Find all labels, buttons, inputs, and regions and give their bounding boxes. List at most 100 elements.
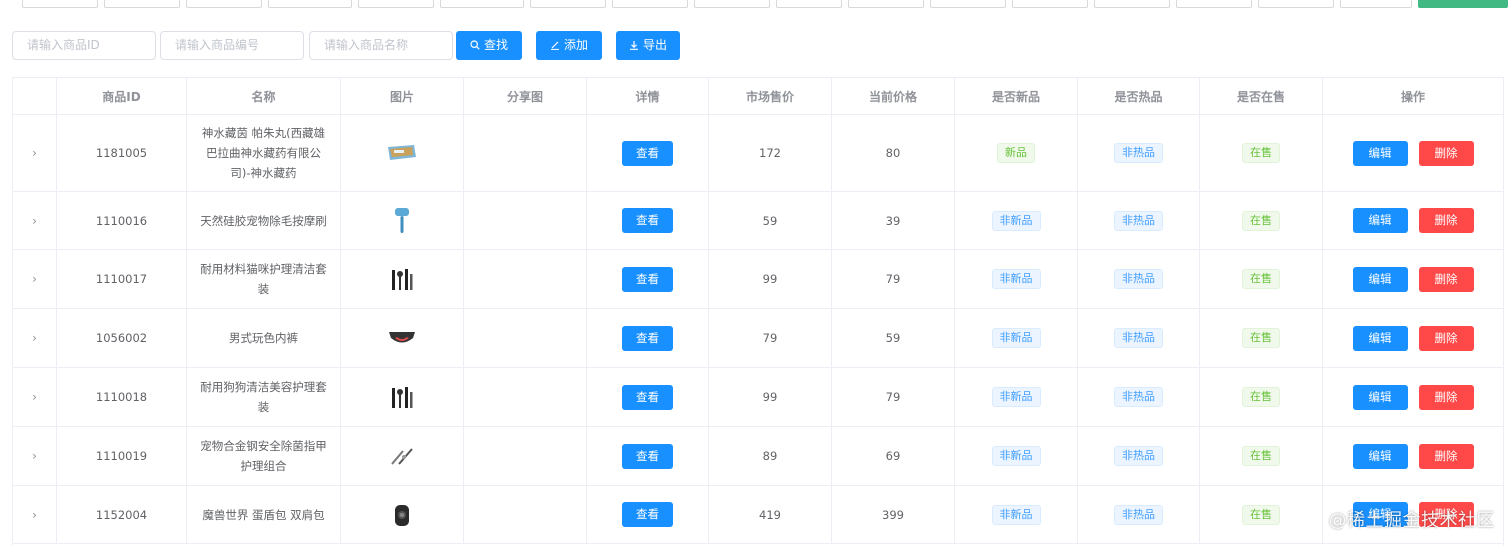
expand-row-toggle[interactable]: › <box>13 309 57 367</box>
product-code-input[interactable]: 请输入商品编号 <box>160 31 304 60</box>
tags-view-bar <box>0 0 1512 10</box>
cell-actions: 编辑 删除 <box>1323 250 1503 308</box>
cell-is-hot: 非热品 <box>1078 427 1200 485</box>
tag-item[interactable] <box>1340 0 1412 8</box>
cell-is-new: 非新品 <box>955 486 1078 543</box>
grooming-set-thumb[interactable] <box>390 266 414 292</box>
nail-clipper-thumb[interactable] <box>389 445 415 467</box>
tag-item[interactable] <box>1258 0 1334 8</box>
tag-item[interactable] <box>22 0 98 8</box>
header-market-price: 市场售价 <box>709 78 832 114</box>
tag-item[interactable] <box>358 0 434 8</box>
tag-item[interactable] <box>776 0 842 8</box>
tag-item[interactable] <box>694 0 770 8</box>
cell-is-new: 非新品 <box>955 192 1078 249</box>
cell-image <box>341 427 464 485</box>
view-detail-button[interactable]: 查看 <box>622 266 673 292</box>
delete-button[interactable]: 删除 <box>1418 325 1474 351</box>
cell-image <box>341 250 464 308</box>
view-detail-button[interactable]: 查看 <box>622 502 673 527</box>
pet-brush-thumb[interactable] <box>392 206 412 236</box>
grooming-set-thumb[interactable] <box>390 384 414 410</box>
header-current-price: 当前价格 <box>832 78 955 114</box>
view-detail-button[interactable]: 查看 <box>622 325 673 351</box>
product-id-input[interactable]: 请输入商品ID <box>12 31 156 60</box>
edit-button[interactable]: 编辑 <box>1352 443 1408 469</box>
cell-detail: 查看 <box>587 250 709 308</box>
edit-button[interactable]: 编辑 <box>1352 208 1408 233</box>
table-row: › 1110018 耐用狗狗清洁美容护理套装 查看 99 79 非新品 非热品 … <box>13 368 1503 427</box>
cell-market-price: 99 <box>709 250 832 308</box>
delete-button[interactable]: 删除 <box>1418 266 1474 292</box>
edit-button[interactable]: 编辑 <box>1352 384 1408 410</box>
export-button[interactable]: 导出 <box>616 31 680 60</box>
tag-item[interactable] <box>186 0 262 8</box>
cell-actions: 编辑 删除 <box>1323 192 1503 249</box>
cell-image <box>341 115 464 191</box>
cell-on-sale: 在售 <box>1200 250 1323 308</box>
header-product-id: 商品ID <box>57 78 187 114</box>
expand-row-toggle[interactable]: › <box>13 368 57 426</box>
view-detail-button[interactable]: 查看 <box>622 208 673 233</box>
cell-market-price: 79 <box>709 309 832 367</box>
tag-item[interactable] <box>440 0 524 8</box>
expand-row-toggle[interactable]: › <box>13 486 57 543</box>
cell-image <box>341 486 464 543</box>
underwear-thumb[interactable] <box>387 329 417 347</box>
tag-item[interactable] <box>530 0 606 8</box>
view-detail-button[interactable]: 查看 <box>622 140 673 166</box>
add-button[interactable]: 添加 <box>536 31 602 60</box>
cell-product-id: 1110016 <box>57 192 187 249</box>
cell-detail: 查看 <box>587 368 709 426</box>
expand-row-toggle[interactable]: › <box>13 250 57 308</box>
tag-item-active[interactable] <box>1418 0 1508 8</box>
view-detail-button[interactable]: 查看 <box>622 384 673 410</box>
cell-is-new: 非新品 <box>955 309 1078 367</box>
cell-is-hot: 非热品 <box>1078 192 1200 249</box>
expand-row-toggle[interactable]: › <box>13 427 57 485</box>
sale-status-badge: 在售 <box>1242 269 1280 289</box>
search-button[interactable]: 查找 <box>456 31 522 60</box>
tag-item[interactable] <box>1176 0 1252 8</box>
table-header: 商品ID 名称 图片 分享图 详情 市场售价 当前价格 是否新品 是否热品 是否… <box>13 78 1503 115</box>
cell-current-price: 69 <box>832 427 955 485</box>
table-row: › 1056002 男式玩色内裤 查看 79 59 非新品 非热品 在售 编辑 … <box>13 309 1503 368</box>
tag-item[interactable] <box>1012 0 1088 8</box>
hot-status-badge: 非热品 <box>1114 504 1163 525</box>
expand-row-toggle[interactable]: › <box>13 115 57 191</box>
sale-status-badge: 在售 <box>1242 387 1280 407</box>
tag-item[interactable] <box>930 0 1006 8</box>
tag-item[interactable] <box>848 0 924 8</box>
edit-button[interactable]: 编辑 <box>1352 325 1408 351</box>
backpack-thumb[interactable] <box>392 502 412 528</box>
cell-on-sale: 在售 <box>1200 309 1323 367</box>
sale-status-badge: 在售 <box>1242 504 1280 525</box>
tag-item[interactable] <box>612 0 688 8</box>
header-on-sale: 是否在售 <box>1200 78 1323 114</box>
delete-button[interactable]: 删除 <box>1418 208 1474 233</box>
hot-status-badge: 非热品 <box>1114 210 1163 231</box>
view-detail-button[interactable]: 查看 <box>622 443 673 469</box>
cell-product-id: 1110019 <box>57 427 187 485</box>
table-row: › 1110019 宠物合金钢安全除菌指甲护理组合 查看 89 69 非新品 非… <box>13 427 1503 486</box>
cell-product-name: 耐用材料猫咪护理清洁套装 <box>187 250 341 308</box>
edit-icon <box>550 31 560 60</box>
tag-item[interactable] <box>1094 0 1170 8</box>
chevron-right-icon: › <box>32 390 37 404</box>
tag-item[interactable] <box>104 0 180 8</box>
medicine-box-thumb[interactable] <box>386 143 418 163</box>
product-name-input[interactable]: 请输入商品名称 <box>309 31 453 60</box>
product-table: 商品ID 名称 图片 分享图 详情 市场售价 当前价格 是否新品 是否热品 是否… <box>12 77 1504 546</box>
edit-button[interactable]: 编辑 <box>1352 140 1408 166</box>
delete-button[interactable]: 删除 <box>1418 443 1474 469</box>
cell-current-price: 79 <box>832 250 955 308</box>
expand-row-toggle[interactable]: › <box>13 192 57 249</box>
cell-product-name: 天然硅胶宠物除毛按摩刷 <box>187 192 341 249</box>
tag-item[interactable] <box>268 0 352 8</box>
sale-status-badge: 在售 <box>1242 446 1280 466</box>
delete-button[interactable]: 删除 <box>1418 384 1474 410</box>
cell-actions: 编辑 删除 <box>1323 368 1503 426</box>
delete-button[interactable]: 删除 <box>1418 140 1474 166</box>
edit-button[interactable]: 编辑 <box>1352 266 1408 292</box>
cell-product-name: 宠物合金钢安全除菌指甲护理组合 <box>187 427 341 485</box>
